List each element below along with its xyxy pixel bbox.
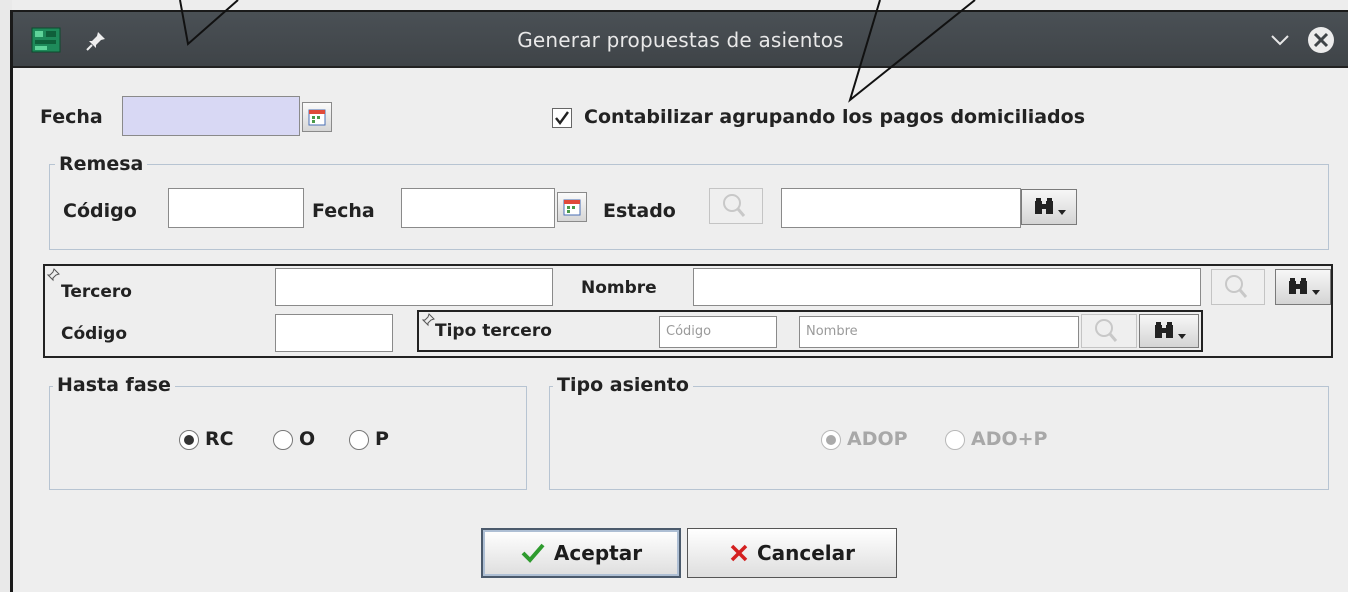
- close-icon[interactable]: [1307, 26, 1335, 54]
- remesa-codigo-input[interactable]: [168, 188, 304, 228]
- calendar-icon: [563, 199, 581, 216]
- hasta-fase-radio-o[interactable]: [273, 430, 293, 450]
- remesa-fecha-input[interactable]: [401, 188, 555, 228]
- tipo-tercero-search-button[interactable]: [1081, 314, 1137, 348]
- tipo-tercero-nombre-input[interactable]: Nombre: [799, 316, 1079, 348]
- hasta-fase-radio-p[interactable]: [349, 430, 369, 450]
- remesa-title: Remesa: [55, 153, 148, 175]
- accept-button[interactable]: Aceptar: [481, 528, 681, 578]
- hasta-fase-label-rc: RC: [205, 428, 234, 450]
- fecha-calendar-button[interactable]: [302, 102, 332, 132]
- agrupar-checkbox[interactable]: [552, 108, 572, 128]
- tipo-tercero-label: Tipo tercero: [435, 321, 552, 341]
- chevron-down-icon[interactable]: [1269, 32, 1291, 48]
- tercero-codigo-input[interactable]: [275, 314, 393, 352]
- tipo-asiento-radio-adop-plus[interactable]: [945, 430, 965, 450]
- estado-input[interactable]: [781, 188, 1021, 228]
- tipo-asiento-radio-adop[interactable]: [821, 430, 841, 450]
- cancel-button[interactable]: Cancelar: [687, 528, 897, 578]
- tipo-asiento-label-adop: ADOP: [847, 428, 908, 450]
- tercero-label: Tercero: [61, 282, 132, 302]
- tipo-asiento-group: [549, 386, 1329, 490]
- agrupar-label[interactable]: Contabilizar agrupando los pagos domicil…: [584, 106, 1085, 128]
- checkmark-icon: [555, 111, 569, 125]
- tercero-codigo-label: Código: [61, 324, 127, 344]
- tipo-tercero-pin-icon: [421, 313, 435, 327]
- fecha-label: Fecha: [40, 106, 103, 128]
- nombre-input[interactable]: [693, 268, 1201, 306]
- hasta-fase-title: Hasta fase: [53, 374, 175, 396]
- window-title: Generar propuestas de asientos: [517, 28, 844, 52]
- search-icon: [1225, 275, 1248, 298]
- search-icon: [1095, 319, 1118, 342]
- tercero-pin-icon: [46, 268, 60, 282]
- estado-binoculars-button[interactable]: [1021, 189, 1077, 225]
- tercero-binoculars-button[interactable]: [1275, 269, 1331, 305]
- checkmark-icon: [521, 543, 545, 563]
- cancel-label: Cancelar: [756, 541, 856, 565]
- binoculars-icon: [1289, 278, 1320, 295]
- tercero-input[interactable]: [275, 268, 553, 306]
- estado-search-button[interactable]: [709, 188, 763, 224]
- remesa-calendar-button[interactable]: [557, 192, 587, 222]
- tipo-tercero-codigo-input[interactable]: Código: [659, 316, 777, 348]
- remesa-estado-label: Estado: [603, 200, 676, 222]
- remesa-fecha-label: Fecha: [312, 200, 375, 222]
- tipo-asiento-label-adop-plus: ADO+P: [971, 428, 1048, 450]
- remesa-codigo-label: Código: [63, 200, 137, 222]
- dialog-window: Generar propuestas de asientos Fecha Con…: [10, 10, 1348, 592]
- nombre-label: Nombre: [581, 278, 657, 298]
- search-icon: [723, 194, 746, 217]
- calendar-icon: [308, 109, 326, 126]
- hasta-fase-radio-rc[interactable]: [179, 430, 199, 450]
- fecha-input[interactable]: [122, 96, 300, 136]
- hasta-fase-label-o: O: [299, 428, 316, 450]
- accept-label: Aceptar: [553, 541, 643, 565]
- tercero-search-button[interactable]: [1211, 269, 1265, 305]
- tipo-tercero-binoculars-button[interactable]: [1139, 314, 1199, 348]
- binoculars-icon: [1035, 198, 1066, 215]
- tipo-asiento-title: Tipo asiento: [553, 374, 693, 396]
- x-icon: [730, 544, 748, 562]
- hasta-fase-label-p: P: [375, 428, 389, 450]
- binoculars-icon: [1155, 322, 1186, 339]
- title-bar[interactable]: Generar propuestas de asientos: [13, 12, 1348, 68]
